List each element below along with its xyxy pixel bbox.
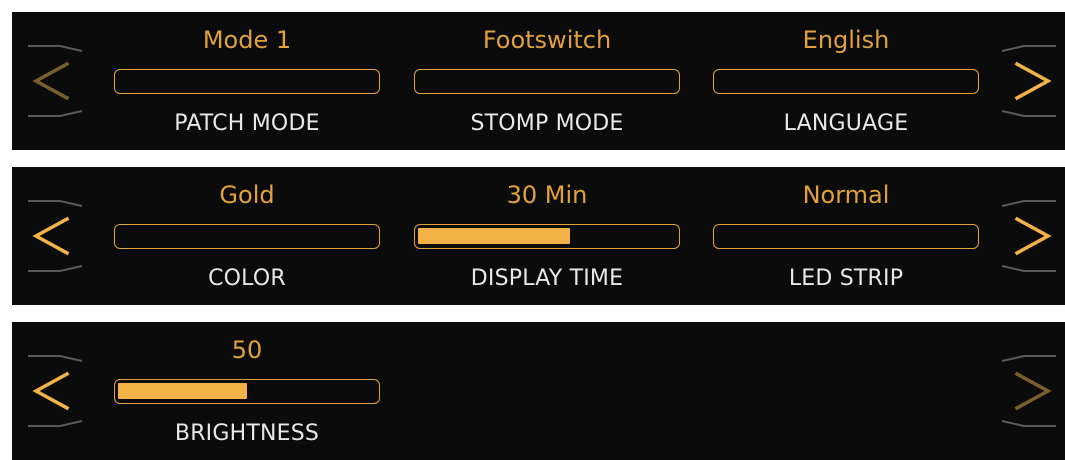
prev-page-button[interactable] (26, 42, 84, 120)
next-page-button[interactable] (1000, 42, 1058, 120)
chevron-right-icon (1001, 45, 1056, 117)
param-bar[interactable] (114, 379, 380, 404)
param-language[interactable]: English LANGUAGE (713, 12, 979, 150)
param-bar[interactable] (114, 224, 380, 249)
prev-page-button[interactable] (26, 197, 84, 275)
param-bar-fill (118, 383, 247, 399)
param-value: 30 Min (506, 181, 588, 209)
param-label: LANGUAGE (783, 111, 909, 136)
chevron-left-icon (28, 200, 83, 272)
param-brightness[interactable]: 50 BRIGHTNESS (114, 322, 380, 460)
chevron-left-icon (28, 45, 83, 117)
settings-panel-3: 50 BRIGHTNESS (12, 322, 1065, 460)
chevron-right-icon (1001, 200, 1056, 272)
param-patch-mode[interactable]: Mode 1 PATCH MODE (114, 12, 380, 150)
next-page-button[interactable] (1000, 197, 1058, 275)
param-label: LED STRIP (788, 266, 904, 291)
prev-page-button[interactable] (26, 352, 84, 430)
param-value: Mode 1 (202, 26, 292, 54)
param-label: PATCH MODE (174, 111, 320, 136)
param-display-time[interactable]: 30 Min DISPLAY TIME (414, 167, 680, 305)
param-value: 50 (231, 336, 263, 364)
param-bar[interactable] (713, 224, 979, 249)
param-value: Normal (802, 181, 890, 209)
param-bar[interactable] (713, 69, 979, 94)
param-bar[interactable] (414, 224, 680, 249)
param-label: STOMP MODE (470, 111, 624, 136)
param-bar-fill (418, 228, 570, 244)
param-value: Footswitch (482, 26, 612, 54)
param-value: Gold (219, 181, 275, 209)
settings-panel-2: Gold COLOR 30 Min DISPLAY TIME Normal LE… (12, 167, 1065, 305)
param-color[interactable]: Gold COLOR (114, 167, 380, 305)
param-bar[interactable] (114, 69, 380, 94)
next-page-button[interactable] (1000, 352, 1058, 430)
param-value: English (802, 26, 890, 54)
param-label: BRIGHTNESS (174, 421, 320, 446)
param-led-strip[interactable]: Normal LED STRIP (713, 167, 979, 305)
settings-panel-1: Mode 1 PATCH MODE Footswitch STOMP MODE … (12, 12, 1065, 150)
param-label: DISPLAY TIME (470, 266, 624, 291)
param-stomp-mode[interactable]: Footswitch STOMP MODE (414, 12, 680, 150)
param-label: COLOR (208, 266, 286, 291)
chevron-left-icon (28, 355, 83, 427)
chevron-right-icon (1001, 355, 1056, 427)
param-bar[interactable] (414, 69, 680, 94)
